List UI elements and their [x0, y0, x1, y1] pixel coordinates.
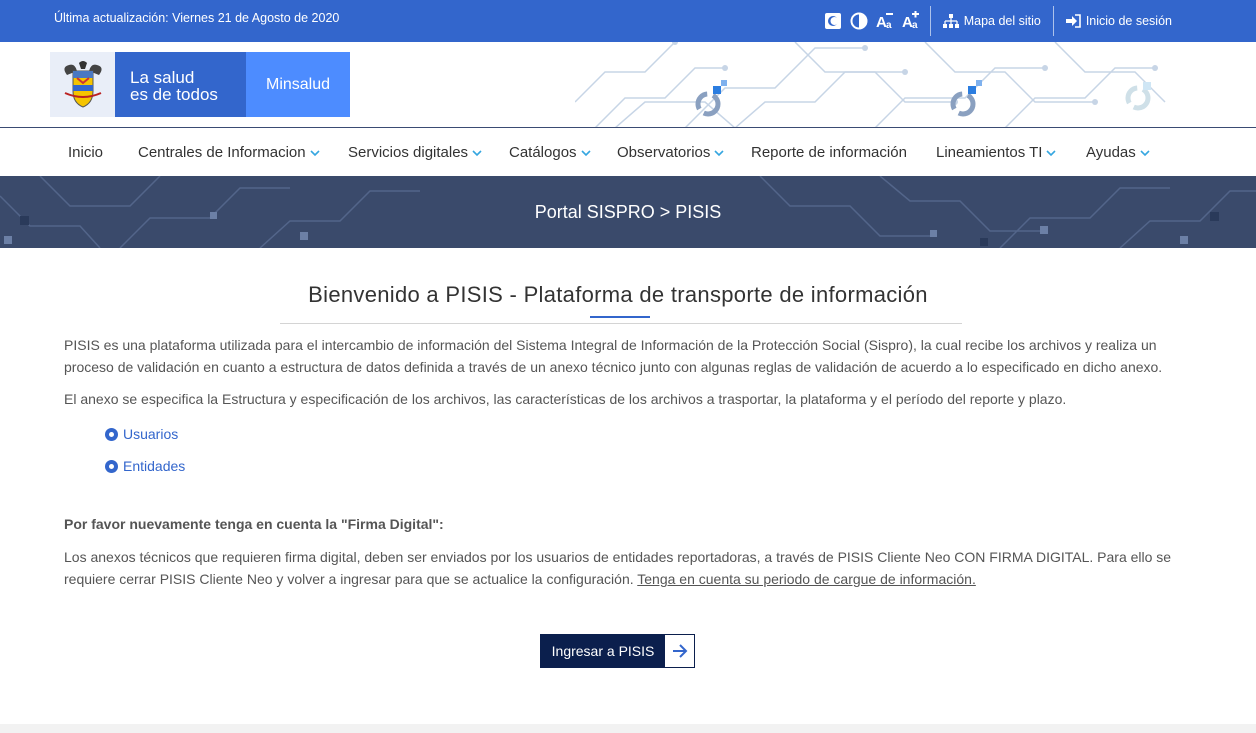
nav-item-ayudas[interactable]: Ayudas: [1086, 128, 1150, 176]
minsalud-logo[interactable]: La salud es de todos Minsalud: [50, 52, 350, 117]
contrast-toggle-icon[interactable]: [820, 5, 846, 37]
notice-text: Los anexos técnicos que requieren firma …: [64, 549, 1172, 587]
chevron-down-icon: [1140, 149, 1150, 156]
login-link[interactable]: Inicio de sesión: [1060, 14, 1178, 28]
upload-period-link[interactable]: Tenga en cuenta su periodo de cargue de …: [637, 571, 976, 587]
circuit-decoration: [575, 42, 1166, 127]
nav-item-label: Reporte de información: [751, 143, 907, 161]
nav-item-centrales-de-informacion[interactable]: Centrales de Informacion: [138, 128, 320, 176]
slogan-line-2: es de todos: [130, 85, 218, 104]
page-title: Bienvenido a PISIS - Plataforma de trans…: [308, 282, 928, 307]
main-nav: Inicio Centrales de Informacion Servicios …: [0, 128, 1256, 176]
title-accent-bar: [590, 316, 650, 318]
usuarios-link[interactable]: Usuarios: [105, 426, 178, 442]
chevron-down-icon: [310, 149, 320, 156]
nav-item-label: Centrales de Informacion: [138, 143, 306, 161]
nav-item-lineamientos-ti[interactable]: Lineamientos TI: [936, 128, 1057, 176]
enter-pisis-label: Ingresar a PISIS: [541, 635, 665, 667]
toolbar-divider: [1052, 6, 1054, 36]
nav-item-label: Observatorios: [617, 143, 711, 161]
title-divider: [280, 323, 962, 324]
last-update-text: Última actualización: Viernes 21 de Agos…: [54, 11, 340, 25]
intro-paragraph: PISIS es una plataforma utilizada para e…: [64, 337, 1163, 375]
page-banner: Portal SISPRO > PISIS: [0, 176, 1256, 248]
annex-paragraph: El anexo se especifica la Estructura y e…: [64, 391, 1067, 407]
slogan-line-1: La salud: [130, 68, 195, 87]
nav-item-servicios-digitales[interactable]: Servicios digitales: [348, 128, 482, 176]
sign-in-icon: [1065, 14, 1081, 28]
nav-item-label: Catálogos: [509, 143, 577, 161]
chevron-down-icon: [714, 149, 724, 156]
site-header: La salud es de todos Minsalud: [0, 42, 1256, 128]
chevron-down-icon: [472, 149, 482, 156]
sitemap-icon: [942, 14, 959, 28]
enter-pisis-button[interactable]: Ingresar a PISIS: [540, 634, 695, 668]
nav-item-label: Inicio: [68, 143, 104, 161]
digital-signature-notice: Los anexos técnicos que requieren firma …: [64, 546, 1174, 590]
nav-item-label: Servicios digitales: [348, 143, 469, 161]
nav-item-observatorios[interactable]: Observatorios: [617, 128, 724, 176]
usuarios-label: Usuarios: [123, 426, 179, 442]
high-contrast-icon[interactable]: [846, 5, 872, 37]
svg-text:a: a: [912, 20, 918, 31]
top-bar: Última actualización: Viernes 21 de Agos…: [0, 0, 1256, 42]
footer-strip: [0, 724, 1256, 733]
sitemap-label: Mapa del sitio: [963, 14, 1041, 28]
arrow-right-icon: [665, 635, 694, 667]
nav-item-inicio[interactable]: Inicio: [68, 128, 103, 176]
digital-signature-notice-title: Por favor nuevamente tenga en cuenta la …: [64, 516, 444, 532]
sitemap-link[interactable]: Mapa del sitio: [937, 14, 1047, 28]
nav-item-label: Lineamientos TI: [936, 143, 1043, 161]
brand-name: Minsalud: [246, 52, 350, 117]
entidades-label: Entidades: [123, 458, 186, 474]
slogan: La salud es de todos: [115, 52, 246, 117]
svg-text:a: a: [886, 20, 892, 31]
breadcrumb: Portal SISPRO > PISIS: [534, 201, 722, 222]
chevron-down-icon: [580, 149, 591, 156]
coat-of-arms-icon: [50, 52, 115, 117]
radio-bullet-icon: [105, 427, 118, 441]
accessibility-tools: Aa Aa Mapa del sitio Inicio de sesión: [820, 0, 1178, 42]
increase-font-icon[interactable]: Aa: [898, 5, 924, 37]
decrease-font-icon[interactable]: Aa: [872, 5, 898, 37]
entidades-link[interactable]: Entidades: [105, 458, 185, 474]
nav-item-catálogos[interactable]: Catálogos: [509, 128, 591, 176]
toolbar-divider: [929, 6, 931, 36]
login-label: Inicio de sesión: [1085, 14, 1172, 28]
nav-item-label: Ayudas: [1086, 143, 1136, 161]
nav-item-reporte-de-información[interactable]: Reporte de información: [751, 128, 907, 176]
chevron-down-icon: [1046, 149, 1057, 156]
radio-bullet-icon: [105, 459, 118, 473]
